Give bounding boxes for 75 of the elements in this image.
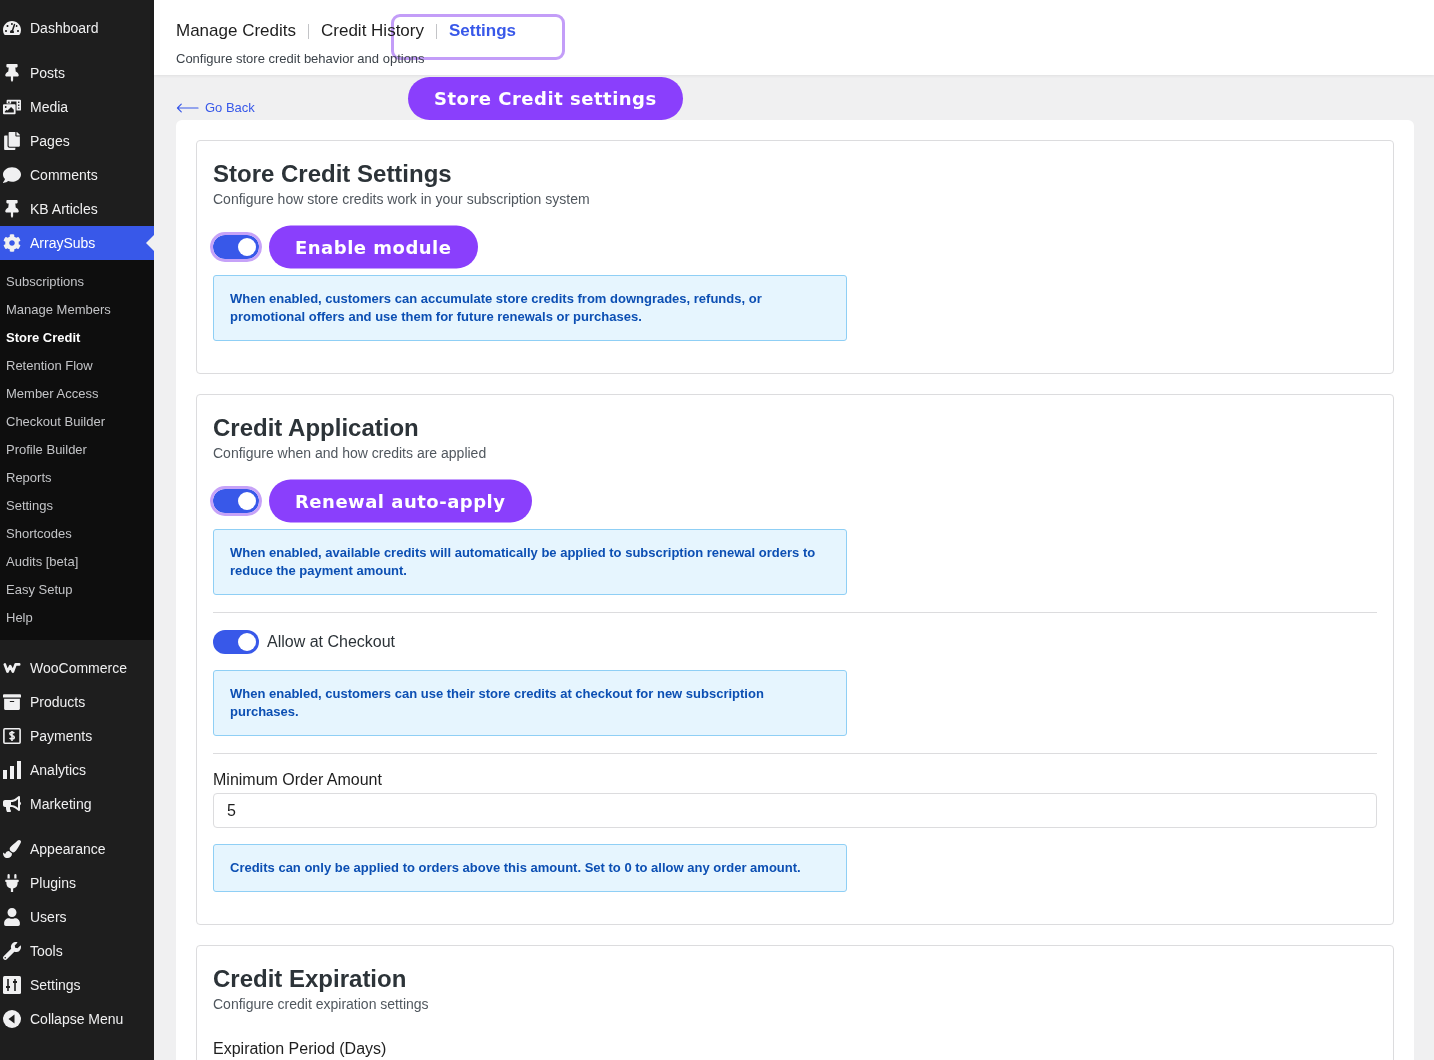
submenu-item[interactable]: Help [0,604,154,632]
gauge-icon [3,19,21,37]
annotation-badge: Enable module [269,225,478,269]
pushpin-icon [3,200,21,218]
submenu-item[interactable]: Shortcodes [0,520,154,548]
plug-icon [3,874,21,892]
user-icon [3,908,21,926]
tab[interactable]: Credit History [321,21,424,41]
page-subtitle: Configure store credit behavior and options [176,50,426,68]
sidebar-item[interactable]: Marketing [0,787,154,821]
sidebar-item[interactable]: Pages [0,124,154,158]
megaphone-icon [3,795,21,813]
field-label: Expiration Period (Days) [213,1040,388,1058]
current-pointer-icon [146,235,154,251]
toggle-label: Allow at Checkout [267,632,396,652]
sidebar-item[interactable]: Settings [0,968,154,1002]
info-notice: When enabled, customers can accumulate store credits from downgrades, refunds, or promotional offers and use them for future renewals or purchases. [213,275,847,341]
sidebar-item[interactable]: Posts [0,56,154,90]
sidebar-item[interactable]: Analytics [0,753,154,787]
gear-icon [3,234,21,252]
section-description: Configure how store credits work in your subscription system [213,190,591,209]
section-description: Configure credit expiration settings [213,995,430,1014]
submenu-item[interactable]: Subscriptions [0,268,154,296]
sidebar-item[interactable]: Comments [0,158,154,192]
sidebar-item[interactable]: Appearance [0,832,154,866]
submenu-item[interactable]: Settings [0,492,154,520]
annotation-badge: Store Credit settings [408,77,683,120]
sidebar-item[interactable]: WooCommerce [0,651,154,685]
section-description: Configure when and how credits are applied [213,444,488,463]
pushpin-icon [3,64,21,82]
section-title: Credit Application [213,413,420,443]
sidebar-item[interactable]: Users [0,900,154,934]
annotation-badge: Renewal auto-apply [269,479,532,523]
arrow-left-icon [176,103,199,113]
sidebar-item[interactable]: Plugins [0,866,154,900]
tab[interactable]: Manage Credits [176,21,296,41]
info-notice: When enabled, available credits will automatically be applied to subscription renewal orders to reduce the payment amount. [213,529,847,595]
number-input[interactable]: 5 [213,793,1377,828]
paintbrush-icon [3,840,21,858]
toggle-switch[interactable] [210,486,262,516]
info-notice: When enabled, customers can use their store credits at checkout for new subscription purchases. [213,670,847,736]
sidebar-item[interactable]: Dashboard [0,11,154,45]
sidebar-item[interactable]: Products [0,685,154,719]
sliders-icon [3,976,21,994]
sidebar-item[interactable]: Media [0,90,154,124]
back-link[interactable]: Go Back [176,100,255,116]
sidebar-item[interactable]: Collapse Menu [0,1002,154,1036]
sidebar-item[interactable]: Tools [0,934,154,968]
submenu-item[interactable]: Reports [0,464,154,492]
circle-caret-left-icon [3,1010,21,1028]
section-title: Credit Expiration [213,964,408,994]
dollar-box-icon [3,727,21,745]
speech-bubble-icon [3,166,21,184]
submenu-item[interactable]: Checkout Builder [0,408,154,436]
field-label: Minimum Order Amount [213,771,383,789]
submenu-item[interactable]: Profile Builder [0,436,154,464]
submenu-item[interactable]: Store Credit [0,324,154,352]
wrench-icon [3,942,21,960]
submenu-item[interactable]: Retention Flow [0,352,154,380]
submenu-item[interactable]: Easy Setup [0,576,154,604]
submenu-item[interactable]: Audits [beta] [0,548,154,576]
bar-chart-icon [3,761,21,779]
toggle-switch[interactable] [210,232,262,262]
sidebar-item[interactable]: ArraySubs [0,226,154,260]
toggle-switch[interactable] [213,630,259,654]
documents-icon [3,132,21,150]
archive-box-icon [3,693,21,711]
section-title: Store Credit Settings [213,159,453,189]
tab[interactable]: Settings [449,21,517,41]
photo-video-icon [3,98,21,116]
sidebar-item[interactable]: KB Articles [0,192,154,226]
submenu-item[interactable]: Member Access [0,380,154,408]
info-notice: Credits can only be applied to orders above this amount. Set to 0 to allow any order amount. [213,844,847,892]
sidebar-item[interactable]: Payments [0,719,154,753]
submenu-item[interactable]: Manage Members [0,296,154,324]
